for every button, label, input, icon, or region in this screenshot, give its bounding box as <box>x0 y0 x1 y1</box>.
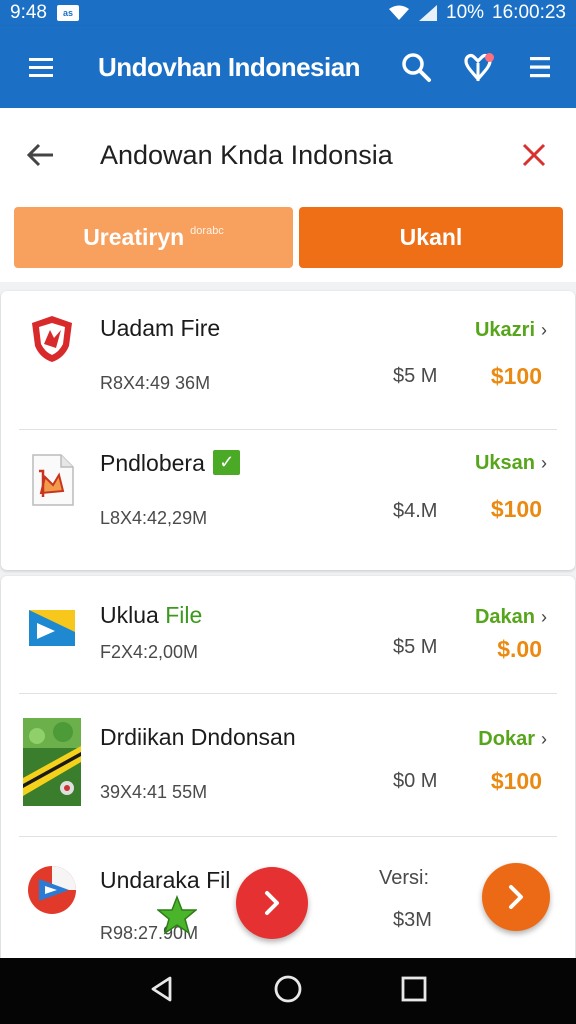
item-version-label: Versi: <box>379 867 430 889</box>
menu-button[interactable] <box>0 26 82 108</box>
flag-icon <box>23 604 81 652</box>
verified-check-icon: ✓ <box>213 450 241 475</box>
overflow-menu-button[interactable] <box>516 43 564 91</box>
search-icon <box>402 53 431 82</box>
item-action-link[interactable]: Dakan › <box>475 606 547 629</box>
clear-search-button[interactable] <box>514 135 554 175</box>
search-query[interactable]: Andowan Knda Indonsia <box>100 140 393 171</box>
wifi-icon <box>389 5 409 20</box>
nav-home-button[interactable] <box>272 973 304 1010</box>
notification-dot <box>485 53 494 62</box>
chevron-right-icon: › <box>541 607 547 627</box>
chevron-right-icon: › <box>541 320 547 340</box>
item-meta: R8X4:49 36M <box>100 373 211 393</box>
favorites-button[interactable] <box>454 43 502 91</box>
app-bar: Undovhan Indonesian <box>0 26 576 108</box>
tab-first[interactable]: Ureatiryn dorabc <box>14 207 293 268</box>
result-card: Uadam Fire R8X4:49 36M $5 M Ukazri › $10… <box>1 291 575 570</box>
item-price: $100 <box>490 768 542 794</box>
nav-recents-icon <box>401 976 427 1001</box>
filter-tabs: Ureatiryn dorabc Ukanl <box>0 202 576 282</box>
status-bar: 9:48 as 10% 16:00:23 <box>0 0 576 26</box>
nav-back-icon <box>151 976 172 1001</box>
battery-level: 10% <box>446 2 485 23</box>
chevron-right-icon: › <box>541 729 547 749</box>
item-name: Pndlobera ✓ <box>100 450 241 477</box>
item-meta: 39X4:41 55M <box>100 782 208 802</box>
item-size: $5 M <box>393 636 438 658</box>
list-item[interactable]: Uadam Fire R8X4:49 36M $5 M Ukazri › $10… <box>1 291 575 429</box>
forward-button[interactable] <box>482 863 550 931</box>
item-size: $5 M <box>393 365 438 387</box>
app-title: Undovhan Indonesian <box>98 51 361 82</box>
back-arrow-icon <box>26 143 53 167</box>
item-size: $0 M <box>393 770 438 792</box>
next-button[interactable] <box>236 867 308 939</box>
status-clock: 16:00:23 <box>492 2 566 23</box>
game-thumbnail <box>23 718 81 806</box>
status-time: 9:48 <box>10 2 47 23</box>
search-button[interactable] <box>392 43 440 91</box>
star-icon <box>157 895 197 935</box>
item-price: $100 <box>490 496 542 522</box>
notification-badge: as <box>56 5 79 21</box>
tab-first-label: Ureatiryn <box>83 224 185 250</box>
nav-home-icon <box>274 975 302 1002</box>
overflow-menu-icon <box>530 57 550 78</box>
item-price: $.00 <box>497 636 542 662</box>
tab-first-sublabel: dorabc <box>190 224 224 237</box>
arrow-right-icon <box>509 885 523 909</box>
item-name: Drdiikan Dndonsan <box>100 724 296 750</box>
list-item[interactable]: Pndlobera ✓ L8X4:42,29M $4.M Uksan › $10… <box>1 430 575 570</box>
nav-back-button[interactable] <box>147 974 177 1009</box>
item-name-text: Uklua <box>100 602 159 628</box>
document-icon <box>23 452 81 508</box>
item-name-highlight: File <box>165 602 203 628</box>
chevron-right-icon: › <box>541 453 547 473</box>
item-price: $100 <box>490 363 542 389</box>
item-action-link[interactable]: Dokar › <box>478 728 547 751</box>
signal-icon <box>419 5 437 21</box>
tab-second[interactable]: Ukanl <box>299 207 563 268</box>
item-size: $4.M <box>393 500 438 522</box>
browser-icon <box>23 863 81 917</box>
system-navigation-bar <box>0 958 576 1024</box>
item-action-label: Dakan <box>474 606 535 628</box>
item-meta: L8X4:42,29M <box>100 508 208 528</box>
menu-icon <box>29 58 53 77</box>
shield-icon <box>23 313 81 365</box>
nav-recents-button[interactable] <box>399 974 429 1009</box>
item-size: $3M <box>393 909 432 931</box>
item-action-label: Uksan <box>474 452 535 474</box>
item-meta: F2X4:2,00M <box>100 642 199 662</box>
item-action-label: Ukazri <box>474 319 535 341</box>
item-name: Undaraka Fil <box>100 867 231 893</box>
list-item[interactable]: Uklua File F2X4:2,00M $5 M Dakan › $.00 <box>1 576 575 693</box>
arrow-right-icon <box>265 891 279 915</box>
item-action-link[interactable]: Uksan › <box>475 452 547 475</box>
item-name-text: Pndlobera <box>100 450 205 476</box>
item-name: Uadam Fire <box>100 315 221 341</box>
tab-second-label: Ukanl <box>399 224 463 250</box>
list-item[interactable]: Drdiikan Dndonsan 39X4:41 55M $0 M Dokar… <box>1 694 575 836</box>
item-action-label: Dokar <box>478 728 535 750</box>
search-bar: Andowan Knda Indonsia <box>0 108 576 202</box>
item-name: Uklua File <box>100 602 202 629</box>
close-icon <box>522 143 546 167</box>
item-action-link[interactable]: Ukazri › <box>475 319 547 342</box>
back-button[interactable] <box>0 108 80 202</box>
